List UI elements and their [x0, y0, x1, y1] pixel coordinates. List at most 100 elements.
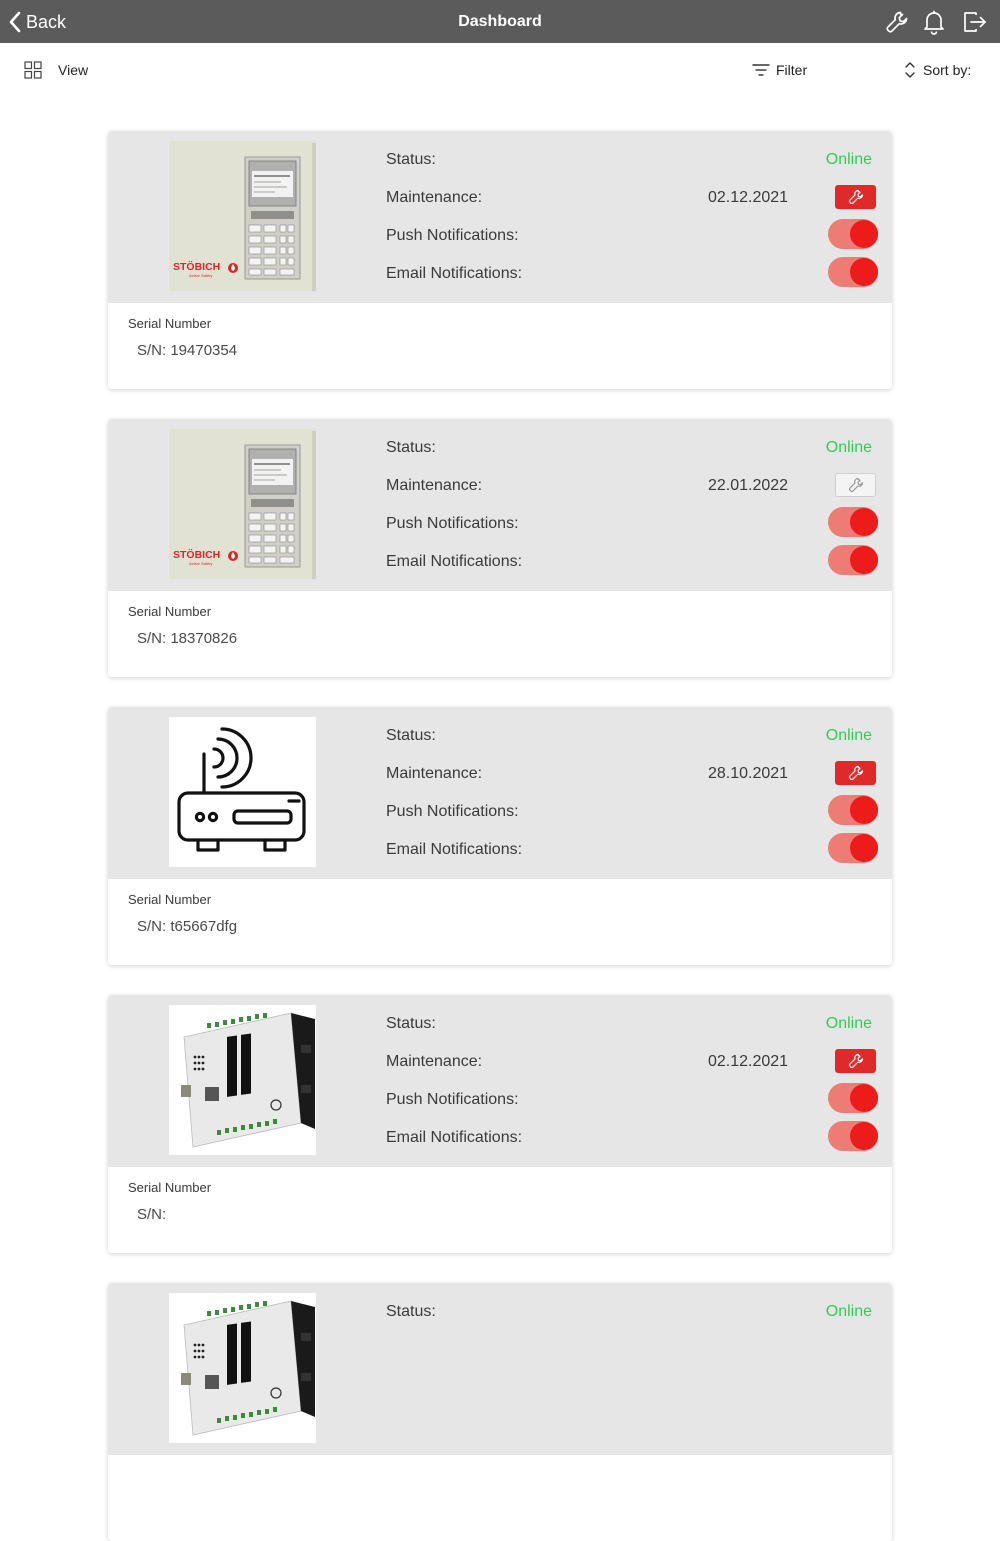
sort-icon: [905, 62, 915, 78]
status-value: Online: [825, 1015, 872, 1032]
toggle-knob: [850, 1122, 878, 1150]
push-notifications-label: Push Notifications:: [386, 515, 519, 532]
grid-view-icon: [24, 61, 42, 79]
device-summary: STÖBICH Active Safety Status: Online Maint…: [108, 131, 892, 303]
device-card[interactable]: STÖBICH Active Safety Status: Online Maint…: [108, 419, 892, 677]
brand-tagline: Active Safety: [189, 273, 212, 278]
device-image: [169, 1005, 316, 1155]
email-notifications-label: Email Notifications:: [386, 841, 523, 858]
status-label: Status:: [386, 1015, 436, 1032]
serial-number-label: Serial Number: [128, 1180, 212, 1195]
device-summary: STÖBICH Active Safety Status: Online Maint…: [108, 419, 892, 591]
back-button[interactable]: Back: [8, 8, 66, 36]
toggle-knob: [850, 546, 878, 574]
device-image: STÖBICH Active Safety: [169, 141, 316, 291]
maintenance-date: 22.01.2022: [708, 477, 789, 494]
toggle-knob: [850, 796, 878, 824]
wrench-icon[interactable]: [884, 9, 910, 35]
toggle-knob: [850, 834, 878, 862]
status-label: Status:: [386, 439, 436, 456]
push-notifications-label: Push Notifications:: [386, 1091, 519, 1108]
view-button[interactable]: View: [24, 59, 88, 81]
email-notifications-label: Email Notifications:: [386, 265, 523, 282]
email-notifications-toggle[interactable]: [828, 1121, 878, 1151]
device-image: [169, 717, 316, 867]
sort-button[interactable]: Sort by:: [904, 59, 971, 81]
serial-number-label: Serial Number: [128, 604, 212, 619]
device-card[interactable]: Status: Online: [108, 1283, 892, 1541]
wrench-icon: [848, 477, 864, 493]
device-card[interactable]: STÖBICH Active Safety Status: Online Maint…: [108, 131, 892, 389]
brand-tagline: Active Safety: [189, 561, 212, 566]
push-notifications-toggle[interactable]: [828, 795, 878, 825]
wrench-icon: [848, 765, 864, 781]
maintenance-date: 02.12.2021: [708, 1053, 789, 1070]
toggle-knob: [850, 258, 878, 286]
stobich-panel-image: STÖBICH Active Safety: [169, 141, 316, 291]
push-notifications-label: Push Notifications:: [386, 227, 519, 244]
serial-number-label: Serial Number: [128, 892, 212, 907]
device-image: [169, 1293, 316, 1443]
serial-number-value: S/N:: [137, 1206, 167, 1223]
filter-icon: [752, 64, 770, 76]
status-value: Online: [825, 151, 872, 168]
push-notifications-toggle[interactable]: [828, 507, 878, 537]
wrench-icon: [848, 189, 864, 205]
maintenance-label: Maintenance:: [386, 477, 483, 494]
maintenance-label: Maintenance:: [386, 189, 483, 206]
device-image: STÖBICH Active Safety: [169, 429, 316, 579]
device-summary: Status: Online: [108, 1283, 892, 1455]
plc-module-image: [169, 1005, 316, 1155]
page-title: Dashboard: [458, 13, 542, 30]
maintenance-date: 02.12.2021: [708, 189, 789, 206]
status-value: Online: [825, 1303, 872, 1320]
wrench-icon: [848, 1053, 864, 1069]
status-value: Online: [825, 439, 872, 456]
device-card[interactable]: Status: Online Maintenance: 02.12.2021 Push …: [108, 995, 892, 1253]
filter-button[interactable]: Filter: [752, 59, 807, 81]
logout-icon[interactable]: [962, 9, 988, 35]
push-notifications-label: Push Notifications:: [386, 803, 519, 820]
brand-logo-text: STÖBICH: [173, 260, 220, 273]
maintenance-button[interactable]: [835, 185, 876, 209]
email-notifications-toggle[interactable]: [828, 545, 878, 575]
back-label: Back: [26, 11, 67, 32]
router-icon: [169, 717, 316, 867]
plc-module-image: [169, 1293, 316, 1443]
bell-icon[interactable]: [921, 9, 947, 35]
filter-label: Filter: [776, 62, 808, 78]
sort-label: Sort by:: [923, 62, 972, 78]
serial-number-value: S/N: 18370826: [137, 630, 238, 647]
serial-number-value: S/N: t65667dfg: [137, 918, 238, 935]
email-notifications-label: Email Notifications:: [386, 1129, 523, 1146]
navigation-bar: Back Dashboard: [0, 0, 1000, 43]
email-notifications-label: Email Notifications:: [386, 553, 523, 570]
serial-number-value: S/N: 19470354: [137, 342, 238, 359]
toggle-knob: [850, 508, 878, 536]
toggle-knob: [850, 1084, 878, 1112]
maintenance-button[interactable]: [835, 761, 876, 785]
device-summary: Status: Online Maintenance: 28.10.2021 Push …: [108, 707, 892, 879]
email-notifications-toggle[interactable]: [828, 833, 878, 863]
maintenance-label: Maintenance:: [386, 765, 483, 782]
chevron-left-icon: [9, 11, 21, 33]
device-card[interactable]: Status: Online Maintenance: 28.10.2021 Push …: [108, 707, 892, 965]
maintenance-date: 28.10.2021: [708, 765, 789, 782]
brand-logo-text: STÖBICH: [173, 548, 220, 561]
stobich-panel-image: STÖBICH Active Safety: [169, 429, 316, 579]
push-notifications-toggle[interactable]: [828, 219, 878, 249]
status-value: Online: [825, 727, 872, 744]
serial-number-label: Serial Number: [128, 316, 212, 331]
push-notifications-toggle[interactable]: [828, 1083, 878, 1113]
maintenance-button[interactable]: [835, 1049, 876, 1073]
maintenance-button[interactable]: [835, 473, 876, 497]
status-label: Status:: [386, 1303, 436, 1320]
view-label: View: [58, 62, 89, 78]
maintenance-label: Maintenance:: [386, 1053, 483, 1070]
email-notifications-toggle[interactable]: [828, 257, 878, 287]
status-label: Status:: [386, 151, 436, 168]
device-summary: Status: Online Maintenance: 02.12.2021 Push …: [108, 995, 892, 1167]
toolbar: View Filter Sort by:: [0, 43, 1000, 97]
toggle-knob: [850, 220, 878, 248]
status-label: Status:: [386, 727, 436, 744]
